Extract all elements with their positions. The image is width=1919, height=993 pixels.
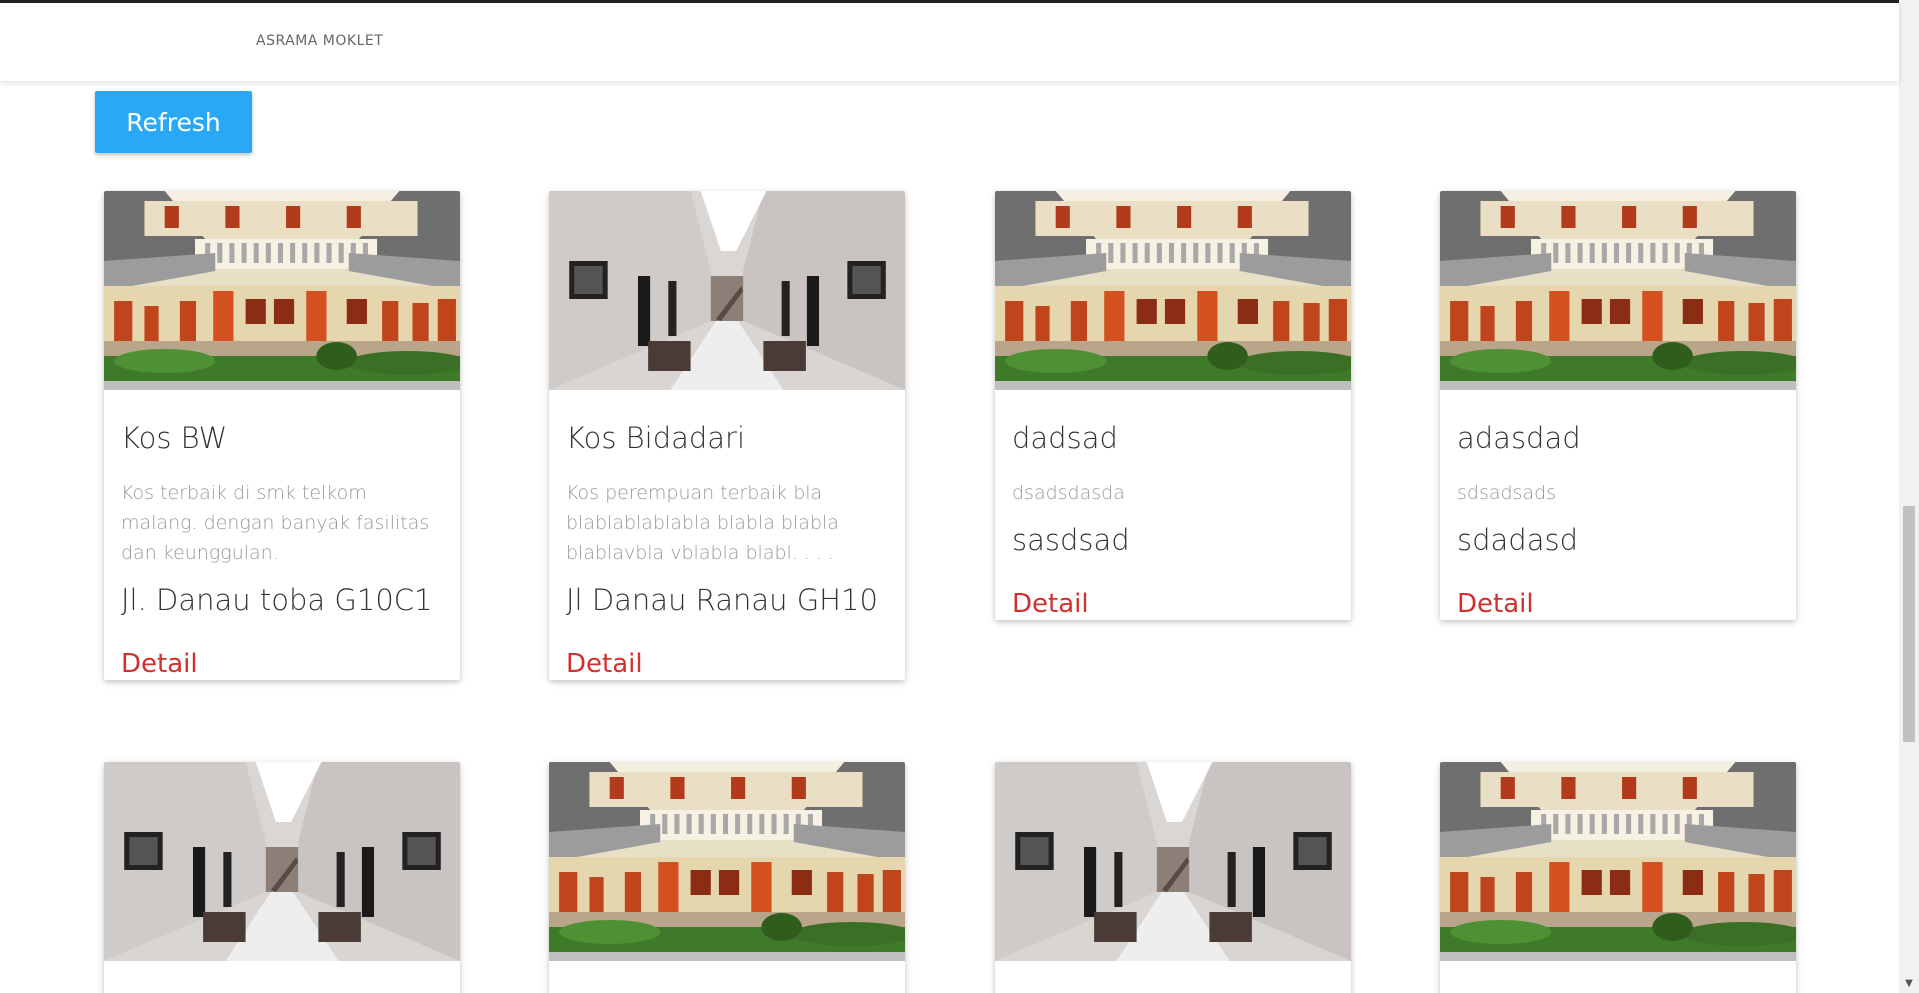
card-description: sdsadsads: [1457, 482, 1557, 504]
card-description: dsadsdasda: [1012, 482, 1125, 504]
detail-link[interactable]: Detail: [121, 648, 198, 680]
vertical-scrollbar[interactable]: [1899, 0, 1919, 993]
card-row2-1: [104, 762, 460, 993]
card-kos-bidadari: Kos Bidadari Kos perempuan terbaik bla b…: [549, 191, 905, 680]
brand-link[interactable]: ASRAMA MOKLET: [256, 33, 383, 49]
card-row2-2: [549, 762, 905, 993]
card-image: [1440, 191, 1796, 390]
card-description: Kos perempuan terbaik bla blablablablabl…: [566, 482, 839, 564]
card-address: Jl Danau Ranau GH10: [566, 583, 878, 617]
scrollbar-thumb[interactable]: [1903, 506, 1915, 742]
card-image: [104, 191, 460, 390]
detail-link[interactable]: Detail: [566, 648, 643, 680]
card-address: sasdsad: [1012, 523, 1130, 557]
card-address: sdadasd: [1457, 523, 1578, 557]
card-row2-4: [1440, 762, 1796, 993]
card-adasdad: adasdad sdsadsads sdadasd Detail: [1440, 191, 1796, 620]
navbar: ASRAMA MOKLET: [0, 3, 1899, 81]
card-title: Kos Bidadari: [566, 421, 746, 455]
card-title: adasdad: [1457, 421, 1581, 455]
card-image: [995, 191, 1351, 390]
card-row2-3: [995, 762, 1351, 993]
card-image: [1440, 762, 1796, 961]
card-image: [995, 762, 1351, 961]
scroll-down-arrow-icon[interactable]: ▼: [1903, 978, 1915, 990]
card-kos-bw: Kos BW Kos terbaik di smk telkom malang.…: [104, 191, 460, 680]
refresh-button[interactable]: Refresh: [95, 91, 252, 153]
detail-link[interactable]: Detail: [1457, 588, 1534, 620]
card-address: Jl. Danau toba G10C1: [121, 583, 433, 617]
card-dadsad: dadsad dsadsdasda sasdsad Detail: [995, 191, 1351, 620]
card-title: dadsad: [1012, 421, 1118, 455]
card-description: Kos terbaik di smk telkom malang. dengan…: [121, 482, 430, 564]
card-image: [549, 191, 905, 390]
card-image: [104, 762, 460, 961]
detail-link[interactable]: Detail: [1012, 588, 1089, 620]
card-image: [549, 762, 905, 961]
card-title: Kos BW: [121, 421, 228, 455]
